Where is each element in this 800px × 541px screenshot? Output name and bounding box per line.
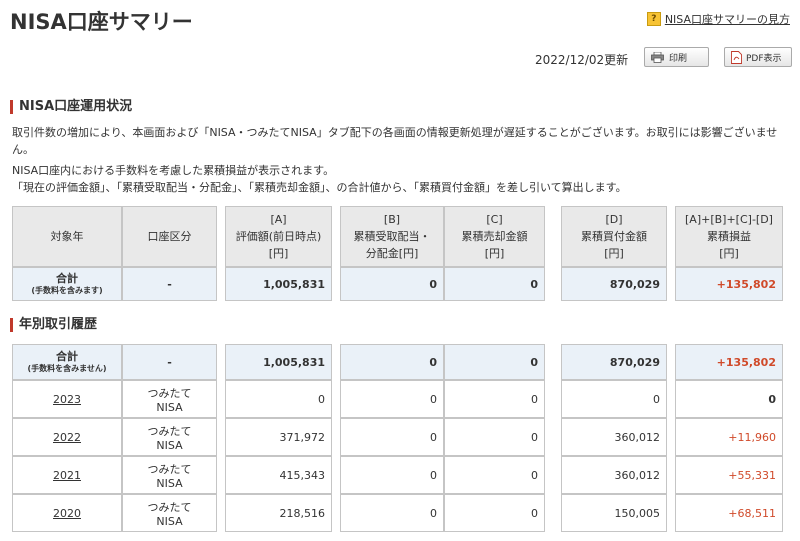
section-title-yearly: 年別取引履歴 [10,318,97,332]
table-row: 2023 つみたて NISA 0 0 0 0 0 [12,380,783,418]
account-type: つみたて NISA [122,418,217,456]
total-purchases: 870,029 [561,267,667,301]
section-title-status: NISA口座運用状況 [10,100,132,114]
header-valuation: [A] 評価額(前日時点) [円] [225,206,332,267]
header-year: 対象年 [12,206,122,267]
table-row: 2022 つみたて NISA 371,972 0 0 360,012 +11,96… [12,418,783,456]
header-purchases: [D] 累積買付金額 [円] [561,206,667,267]
help-link[interactable]: NISA口座サマリーの見方 [665,11,790,27]
header-sales: [C] 累積売却金額 [円] [444,206,545,267]
year-link-2022[interactable]: 2022 [53,431,81,444]
header-dividends: [B] 累積受取配当・ 分配金[円] [340,206,444,267]
header-account-type: 口座区分 [122,206,217,267]
print-button[interactable]: 印刷 [644,47,709,67]
header-cumulative-pl: [A]+[B]+[C]-[D] 累積損益 [円] [675,206,783,267]
description-line-1: NISA口座内における手数料を考慮した累積損益が表示されます。 [12,164,335,177]
yearly-total-label: 合計 (手数料を含みません) [12,344,122,380]
yearly-total-row: 合計 (手数料を含みません) - 1,005,831 0 0 870,029 +… [12,344,783,380]
help-icon: ? [646,12,661,26]
year-link-2020[interactable]: 2020 [53,507,81,520]
yearly-table: 合計 (手数料を含みません) - 1,005,831 0 0 870,029 +… [12,344,783,532]
description-line-2: 「現在の評価金額」、「累積受取配当・分配金」、「累積売却金額」、の合計値から、「… [12,181,627,194]
pdf-icon [731,50,742,64]
updated-timestamp: 2022/12/02更新 [535,53,629,67]
total-label: 合計 (手数料を含みます) [12,267,122,301]
pdf-button[interactable]: PDF表示 [724,47,792,67]
print-label: 印刷 [669,53,688,64]
notice-text: 取引件数の増加により、本画面および「NISA・つみたてNISA」タブ配下の各画面… [12,126,778,156]
total-valuation: 1,005,831 [225,267,332,301]
table-row: 2020 つみたて NISA 218,516 0 0 150,005 +68,51… [12,494,783,532]
table-row: 2021 つみたて NISA 415,343 0 0 360,012 +55,33… [12,456,783,494]
summary-table: 対象年 口座区分 [A] 評価額(前日時点) [円] [B] 累積受取配当・ 分配金[円… [12,206,783,301]
account-type: つみたて NISA [122,380,217,418]
help-link-area[interactable]: ? NISA口座サマリーの見方 [646,11,790,27]
summary-total-row: 合計 (手数料を含みます) - 1,005,831 0 0 870,029 +1… [12,267,783,301]
total-pl: +135,802 [675,267,783,301]
pdf-label: PDF表示 [746,53,782,64]
page-title: NISA口座サマリー [10,10,193,34]
year-link-2023[interactable]: 2023 [53,393,81,406]
year-link-2021[interactable]: 2021 [53,469,81,482]
total-dividends: 0 [340,267,444,301]
account-type: つみたて NISA [122,456,217,494]
printer-icon [651,51,664,63]
total-sales: 0 [444,267,545,301]
account-type: つみたて NISA [122,494,217,532]
